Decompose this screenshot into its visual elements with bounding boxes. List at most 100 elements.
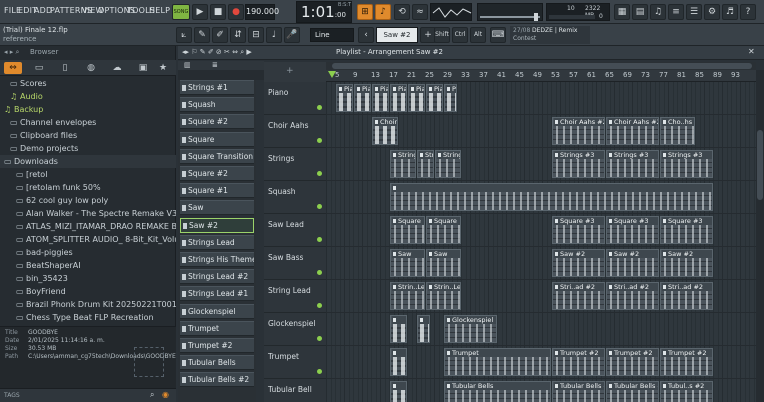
pattern-clip[interactable]: Strings: [390, 150, 416, 178]
pattern-prev-icon[interactable]: ‹: [358, 27, 374, 43]
track-mute-led[interactable]: [317, 204, 322, 209]
pattern-item[interactable]: Square Transition: [180, 148, 254, 164]
pattern-item[interactable]: Square #2: [180, 166, 254, 181]
pattern-clip[interactable]: Choir Aahs #2: [552, 117, 605, 145]
pattern-list-icon[interactable]: ≣: [212, 61, 218, 69]
vertical-scroll-thumb[interactable]: [757, 130, 763, 200]
browser-item[interactable]: ♫ Audio: [0, 90, 176, 103]
pattern-item[interactable]: Square #2: [180, 114, 254, 130]
tempo-display[interactable]: 190.000: [245, 4, 279, 20]
browser-item[interactable]: ▭ bin_35423: [0, 272, 176, 285]
pattern-clip[interactable]: Piano #2: [372, 84, 389, 112]
pattern-clip[interactable]: Square #3: [660, 216, 713, 244]
track-header[interactable]: Tubular Bell: [264, 379, 326, 402]
browser-item[interactable]: ▭ Channel envelopes: [0, 116, 176, 129]
pattern-clip[interactable]: Strin..Lead: [390, 282, 425, 310]
pattern-clip[interactable]: Strin..Lead: [426, 282, 461, 310]
pattern-select[interactable]: Saw #2: [376, 27, 418, 43]
alt-button[interactable]: Alt: [470, 27, 486, 43]
plugin-db-icon[interactable]: ⚙: [704, 4, 720, 20]
menu-help[interactable]: HELP: [149, 6, 170, 15]
pattern-clip[interactable]: Tubular Bells: [444, 381, 551, 402]
browser-item[interactable]: ▭ [retol: [0, 168, 176, 181]
pattern-clip[interactable]: [390, 348, 407, 376]
pattern-clip[interactable]: Trumpet: [444, 348, 551, 376]
browser-item[interactable]: ▭ Demo projects: [0, 142, 176, 155]
pattern-clip[interactable]: Tubular Bells #2: [552, 381, 605, 402]
pattern-item[interactable]: Tubular Bells: [180, 355, 254, 371]
pattern-clip[interactable]: [390, 381, 407, 402]
pattern-clip[interactable]: Trumpet #2: [660, 348, 713, 376]
pattern-clip[interactable]: Piano bass: [426, 84, 443, 112]
pattern-clip[interactable]: Piano #2: [408, 84, 425, 112]
master-volume-slider[interactable]: [477, 3, 543, 21]
tags-search-icon[interactable]: ⌕: [150, 390, 154, 400]
picker-scroll-top[interactable]: [178, 70, 264, 80]
pattern-clip[interactable]: Piano: [336, 84, 353, 112]
pattern-clip[interactable]: Saw: [426, 249, 461, 277]
pattern-item[interactable]: Squash: [180, 97, 254, 113]
browser-library-icon[interactable]: ▣: [134, 62, 152, 74]
pattern-clip[interactable]: Strings #3: [606, 150, 659, 178]
pattern-item[interactable]: Strings #1: [180, 80, 254, 95]
pattern-clip[interactable]: Stri..ad #2: [606, 282, 659, 310]
shift-button[interactable]: Shift: [434, 27, 450, 43]
mixer-knob-icon[interactable]: ⊟: [248, 27, 264, 43]
tempo-icon[interactable]: ♩: [266, 27, 282, 43]
browser-cloud-icon[interactable]: ☁: [108, 62, 126, 74]
pattern-clip[interactable]: Pia: [444, 84, 457, 112]
metronome-icon[interactable]: ⊞: [357, 4, 373, 20]
track-mute-led[interactable]: [317, 105, 322, 110]
browser-icon[interactable]: ☰: [686, 4, 702, 20]
pattern-clip[interactable]: Saw #2: [660, 249, 713, 277]
tags-settings-icon[interactable]: ◉: [162, 390, 169, 399]
pattern-clip[interactable]: Saw: [390, 249, 425, 277]
track-mute-led[interactable]: [317, 138, 322, 143]
track-mute-led[interactable]: [317, 171, 322, 176]
song-mode-toggle[interactable]: SONG: [172, 4, 190, 20]
browser-all-icon[interactable]: ⇔: [4, 62, 22, 74]
horizontal-scrollbar[interactable]: [326, 62, 756, 70]
browser-files-icon[interactable]: ▭: [30, 62, 48, 74]
browser-item[interactable]: ▭ Chess Type Beat FLP Recreation: [0, 311, 176, 324]
pattern-clip[interactable]: Square: [390, 216, 425, 244]
track-header[interactable]: Piano: [264, 82, 326, 115]
track-mute-led[interactable]: [317, 270, 322, 275]
pattern-clip[interactable]: [390, 315, 407, 343]
browser-item[interactable]: ▭ Scores: [0, 77, 176, 90]
countdown-icon[interactable]: ♪: [375, 4, 391, 20]
browser-plugins-icon[interactable]: ◍: [82, 62, 100, 74]
pattern-item[interactable]: Trumpet: [180, 320, 254, 336]
microphone-icon[interactable]: 🎤: [284, 27, 300, 43]
track-mute-led[interactable]: [317, 303, 322, 308]
playlist-icon[interactable]: ≡: [668, 4, 684, 20]
paint-tool-icon[interactable]: ✐: [212, 27, 228, 43]
track-header[interactable]: String Lead: [264, 280, 326, 313]
pattern-item[interactable]: Strings His Theme: [180, 252, 254, 267]
horizontal-scroll-thumb[interactable]: [332, 63, 752, 69]
news-panel[interactable]: 27/08 DEDZE | Remix Contest: [510, 26, 590, 44]
browser-item[interactable]: ▭ bad-piggies: [0, 246, 176, 259]
browser-project-icon[interactable]: ▯: [56, 62, 74, 74]
browser-menu-icon[interactable]: ◂ ▸ ⌕: [4, 48, 19, 57]
pattern-clip[interactable]: Trumpet #2: [606, 348, 659, 376]
pattern-clip[interactable]: Saw #2: [552, 249, 605, 277]
pattern-clip[interactable]: Tubular Bells #2: [606, 381, 659, 402]
pattern-item[interactable]: Square #1: [180, 183, 254, 199]
playlist-close-icon[interactable]: ✕: [748, 47, 755, 56]
vertical-scrollbar[interactable]: [756, 70, 764, 402]
pattern-item[interactable]: Trumpet #2: [180, 338, 254, 353]
pattern-clip[interactable]: Piano: [354, 84, 371, 112]
stop-button[interactable]: ■: [210, 4, 226, 20]
browser-item[interactable]: ▭ Downloads: [0, 155, 176, 168]
browser-item[interactable]: ▭ATOM_SPLITTER AUDIO_ 8-Bit_Kit_Volume_1: [0, 233, 176, 246]
pattern-item[interactable]: Square: [180, 131, 254, 147]
pattern-item[interactable]: Tubular Bells #2: [180, 372, 254, 388]
step-edit-icon[interactable]: ≈: [412, 4, 428, 20]
snap-icon[interactable]: ⟀: [176, 27, 192, 43]
browser-item[interactable]: ▭ Alan Walker - The Spectre Remake V3: [0, 207, 176, 220]
pattern-clip[interactable]: Stri..ad #2: [552, 282, 605, 310]
track-header[interactable]: Trumpet: [264, 346, 326, 379]
piano-roll-icon[interactable]: ♫: [650, 4, 666, 20]
pattern-item[interactable]: Saw #2: [180, 217, 254, 233]
